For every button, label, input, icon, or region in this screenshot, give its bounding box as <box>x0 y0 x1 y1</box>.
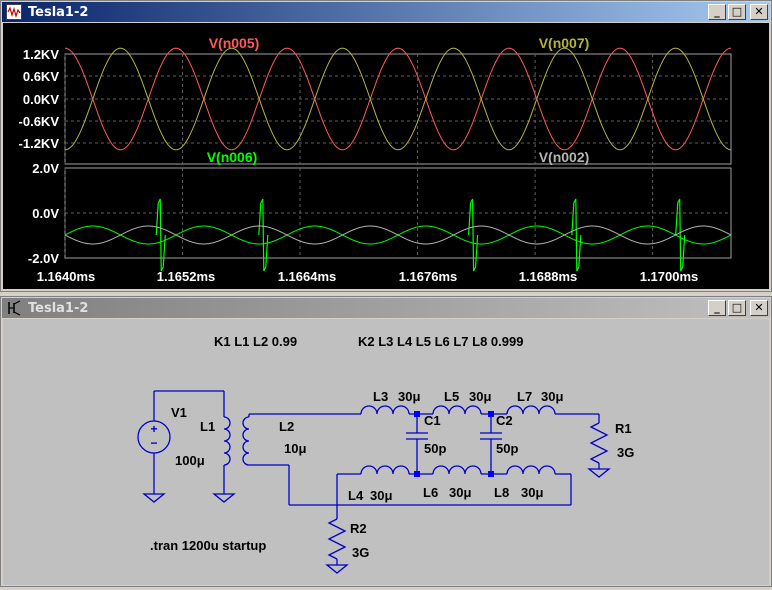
value-l7: 30μ <box>541 389 563 404</box>
y-tick-label: 0.0KV <box>23 92 59 107</box>
waveform-window: Tesla1-2 _ □ ✕ V(n005) V(n007) V(n006) V… <box>0 0 772 292</box>
value-l5: 30μ <box>469 389 491 404</box>
label-c1: C1 <box>424 413 441 428</box>
y-tick-label: -2.0V <box>28 251 59 266</box>
schematic-canvas[interactable]: + − K1 L1 L2 0.99 K2 L3 L4 L5 L6 L7 L8 0… <box>3 319 769 585</box>
schematic-icon <box>8 300 21 316</box>
label-l7: L7 <box>517 389 532 404</box>
directive-k2[interactable]: K2 L3 L4 L5 L6 L7 L8 0.999 <box>358 334 523 349</box>
value-l4: 30μ <box>370 488 392 503</box>
trace-label-n005[interactable]: V(n005) <box>209 35 260 51</box>
waveform-plot-area[interactable]: V(n005) V(n007) V(n006) V(n002) 1.2KV 0.… <box>3 23 769 289</box>
x-tick-label: 1.1664ms <box>278 269 337 284</box>
waveform-window-title: Tesla1-2 <box>28 4 89 20</box>
trace-label-n007[interactable]: V(n007) <box>539 35 590 51</box>
trace-label-n006[interactable]: V(n006) <box>207 149 258 165</box>
inductor-l2[interactable] <box>242 416 250 466</box>
label-l1: L1 <box>200 419 215 434</box>
junction-dot <box>414 471 420 477</box>
minimize-button[interactable]: _ <box>708 300 726 316</box>
trace-spike <box>675 198 686 272</box>
x-tick-label: 1.1652ms <box>157 269 216 284</box>
svg-text:+: + <box>150 422 157 436</box>
y-tick-label: -0.6KV <box>19 114 60 129</box>
directive-k1[interactable]: K1 L1 L2 0.99 <box>214 334 297 349</box>
y-tick-label: 0.6KV <box>23 69 59 84</box>
label-l6: L6 <box>423 485 438 500</box>
trace-spike <box>467 198 479 272</box>
close-button[interactable]: ✕ <box>750 4 768 20</box>
close-button[interactable]: ✕ <box>750 300 768 316</box>
schematic-window: Tesla1-2 _ □ ✕ + − K1 L1 L2 0.99 K2 L3 L… <box>0 296 772 587</box>
y-tick-label: -1.2KV <box>19 136 60 151</box>
trace-label-n002[interactable]: V(n002) <box>539 149 590 165</box>
schematic-window-title: Tesla1-2 <box>28 300 89 316</box>
svg-text:−: − <box>150 436 157 450</box>
inductor-l1[interactable] <box>223 416 231 466</box>
minimize-button[interactable]: _ <box>708 4 726 20</box>
inductor-l3[interactable] <box>360 405 410 415</box>
x-tick-label: 1.1640ms <box>37 269 96 284</box>
trace-spike <box>155 198 166 272</box>
label-l4: L4 <box>348 488 364 503</box>
waveform-chart[interactable]: V(n005) V(n007) V(n006) V(n002) 1.2KV 0.… <box>3 23 769 289</box>
inductor-l6[interactable] <box>432 465 482 475</box>
restore-button[interactable]: □ <box>728 4 746 20</box>
inductor-l4[interactable] <box>360 465 410 475</box>
top-pane-frame <box>64 53 732 165</box>
trace-spike <box>258 198 269 272</box>
x-tick-label: 1.1676ms <box>399 269 458 284</box>
value-r1: 3G <box>617 445 634 460</box>
value-v1: 100μ <box>175 453 205 468</box>
schematic-titlebar[interactable]: Tesla1-2 _ □ ✕ <box>2 298 770 318</box>
inductor-l8[interactable] <box>506 465 556 475</box>
resistor-r1[interactable] <box>589 422 609 464</box>
label-r1: R1 <box>615 421 632 436</box>
value-c1: 50p <box>424 441 446 456</box>
junction-dot <box>414 411 420 417</box>
y-tick-label: 0.0V <box>32 206 59 221</box>
waveform-icon <box>6 4 22 20</box>
trace-spike <box>571 198 582 272</box>
inductor-l7[interactable] <box>506 405 556 415</box>
x-tick-label: 1.1688ms <box>519 269 578 284</box>
schematic-drawing[interactable]: + − K1 L1 L2 0.99 K2 L3 L4 L5 L6 L7 L8 0… <box>3 319 769 585</box>
value-l6: 30μ <box>449 485 471 500</box>
label-l5: L5 <box>444 389 459 404</box>
restore-button[interactable]: □ <box>728 300 746 316</box>
x-tick-label: 1.1700ms <box>640 269 699 284</box>
label-r2: R2 <box>350 521 367 536</box>
y-tick-label: 1.2KV <box>23 47 59 62</box>
label-v1: V1 <box>171 405 187 420</box>
waveform-titlebar[interactable]: Tesla1-2 _ □ ✕ <box>2 2 770 22</box>
value-r2: 3G <box>352 545 369 560</box>
resistor-r2[interactable] <box>327 518 347 560</box>
value-l8: 30μ <box>521 485 543 500</box>
junction-dot <box>488 411 494 417</box>
value-c2: 50p <box>496 441 518 456</box>
directive-tran[interactable]: .tran 1200u startup <box>150 538 266 553</box>
label-l8: L8 <box>494 485 509 500</box>
value-l2: 10μ <box>284 441 306 456</box>
junction-dot <box>488 471 494 477</box>
label-l3: L3 <box>373 389 388 404</box>
label-l2: L2 <box>279 419 294 434</box>
value-l3: 30μ <box>398 389 420 404</box>
y-tick-label: 2.0V <box>32 161 59 176</box>
label-c2: C2 <box>496 413 513 428</box>
